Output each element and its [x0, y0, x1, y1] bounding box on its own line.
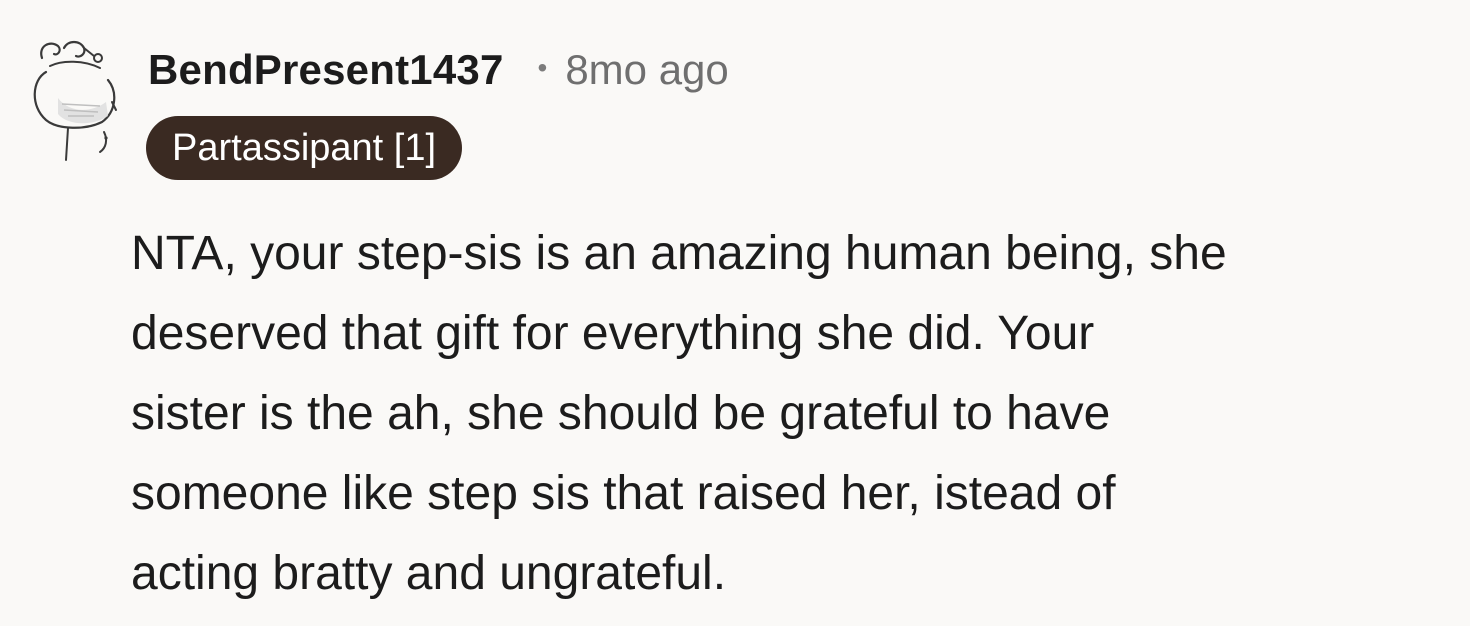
comment-meta: BendPresent1437 • 8mo ago	[148, 46, 729, 94]
comment-body: NTA, your step-sis is an amazing human b…	[131, 214, 1451, 614]
comment-body-line: deserved that gift for everything she di…	[131, 307, 1095, 360]
comment: BendPresent1437 • 8mo ago Partassipant […	[0, 0, 1470, 626]
comment-body-line: NTA, your step-sis is an amazing human b…	[131, 227, 1227, 280]
user-flair-badge: Partassipant [1]	[146, 116, 463, 180]
meta-separator: •	[537, 52, 548, 83]
username-link[interactable]: BendPresent1437	[148, 46, 504, 94]
comment-body-line: acting bratty and ungrateful.	[131, 547, 727, 600]
snoo-avatar-icon	[33, 40, 117, 161]
user-avatar[interactable]	[28, 36, 120, 166]
comment-body-line: sister is the ah, she should be grateful…	[131, 387, 1111, 440]
timestamp[interactable]: 8mo ago	[565, 46, 728, 94]
comment-body-line: someone like step sis that raised her, i…	[131, 467, 1116, 520]
